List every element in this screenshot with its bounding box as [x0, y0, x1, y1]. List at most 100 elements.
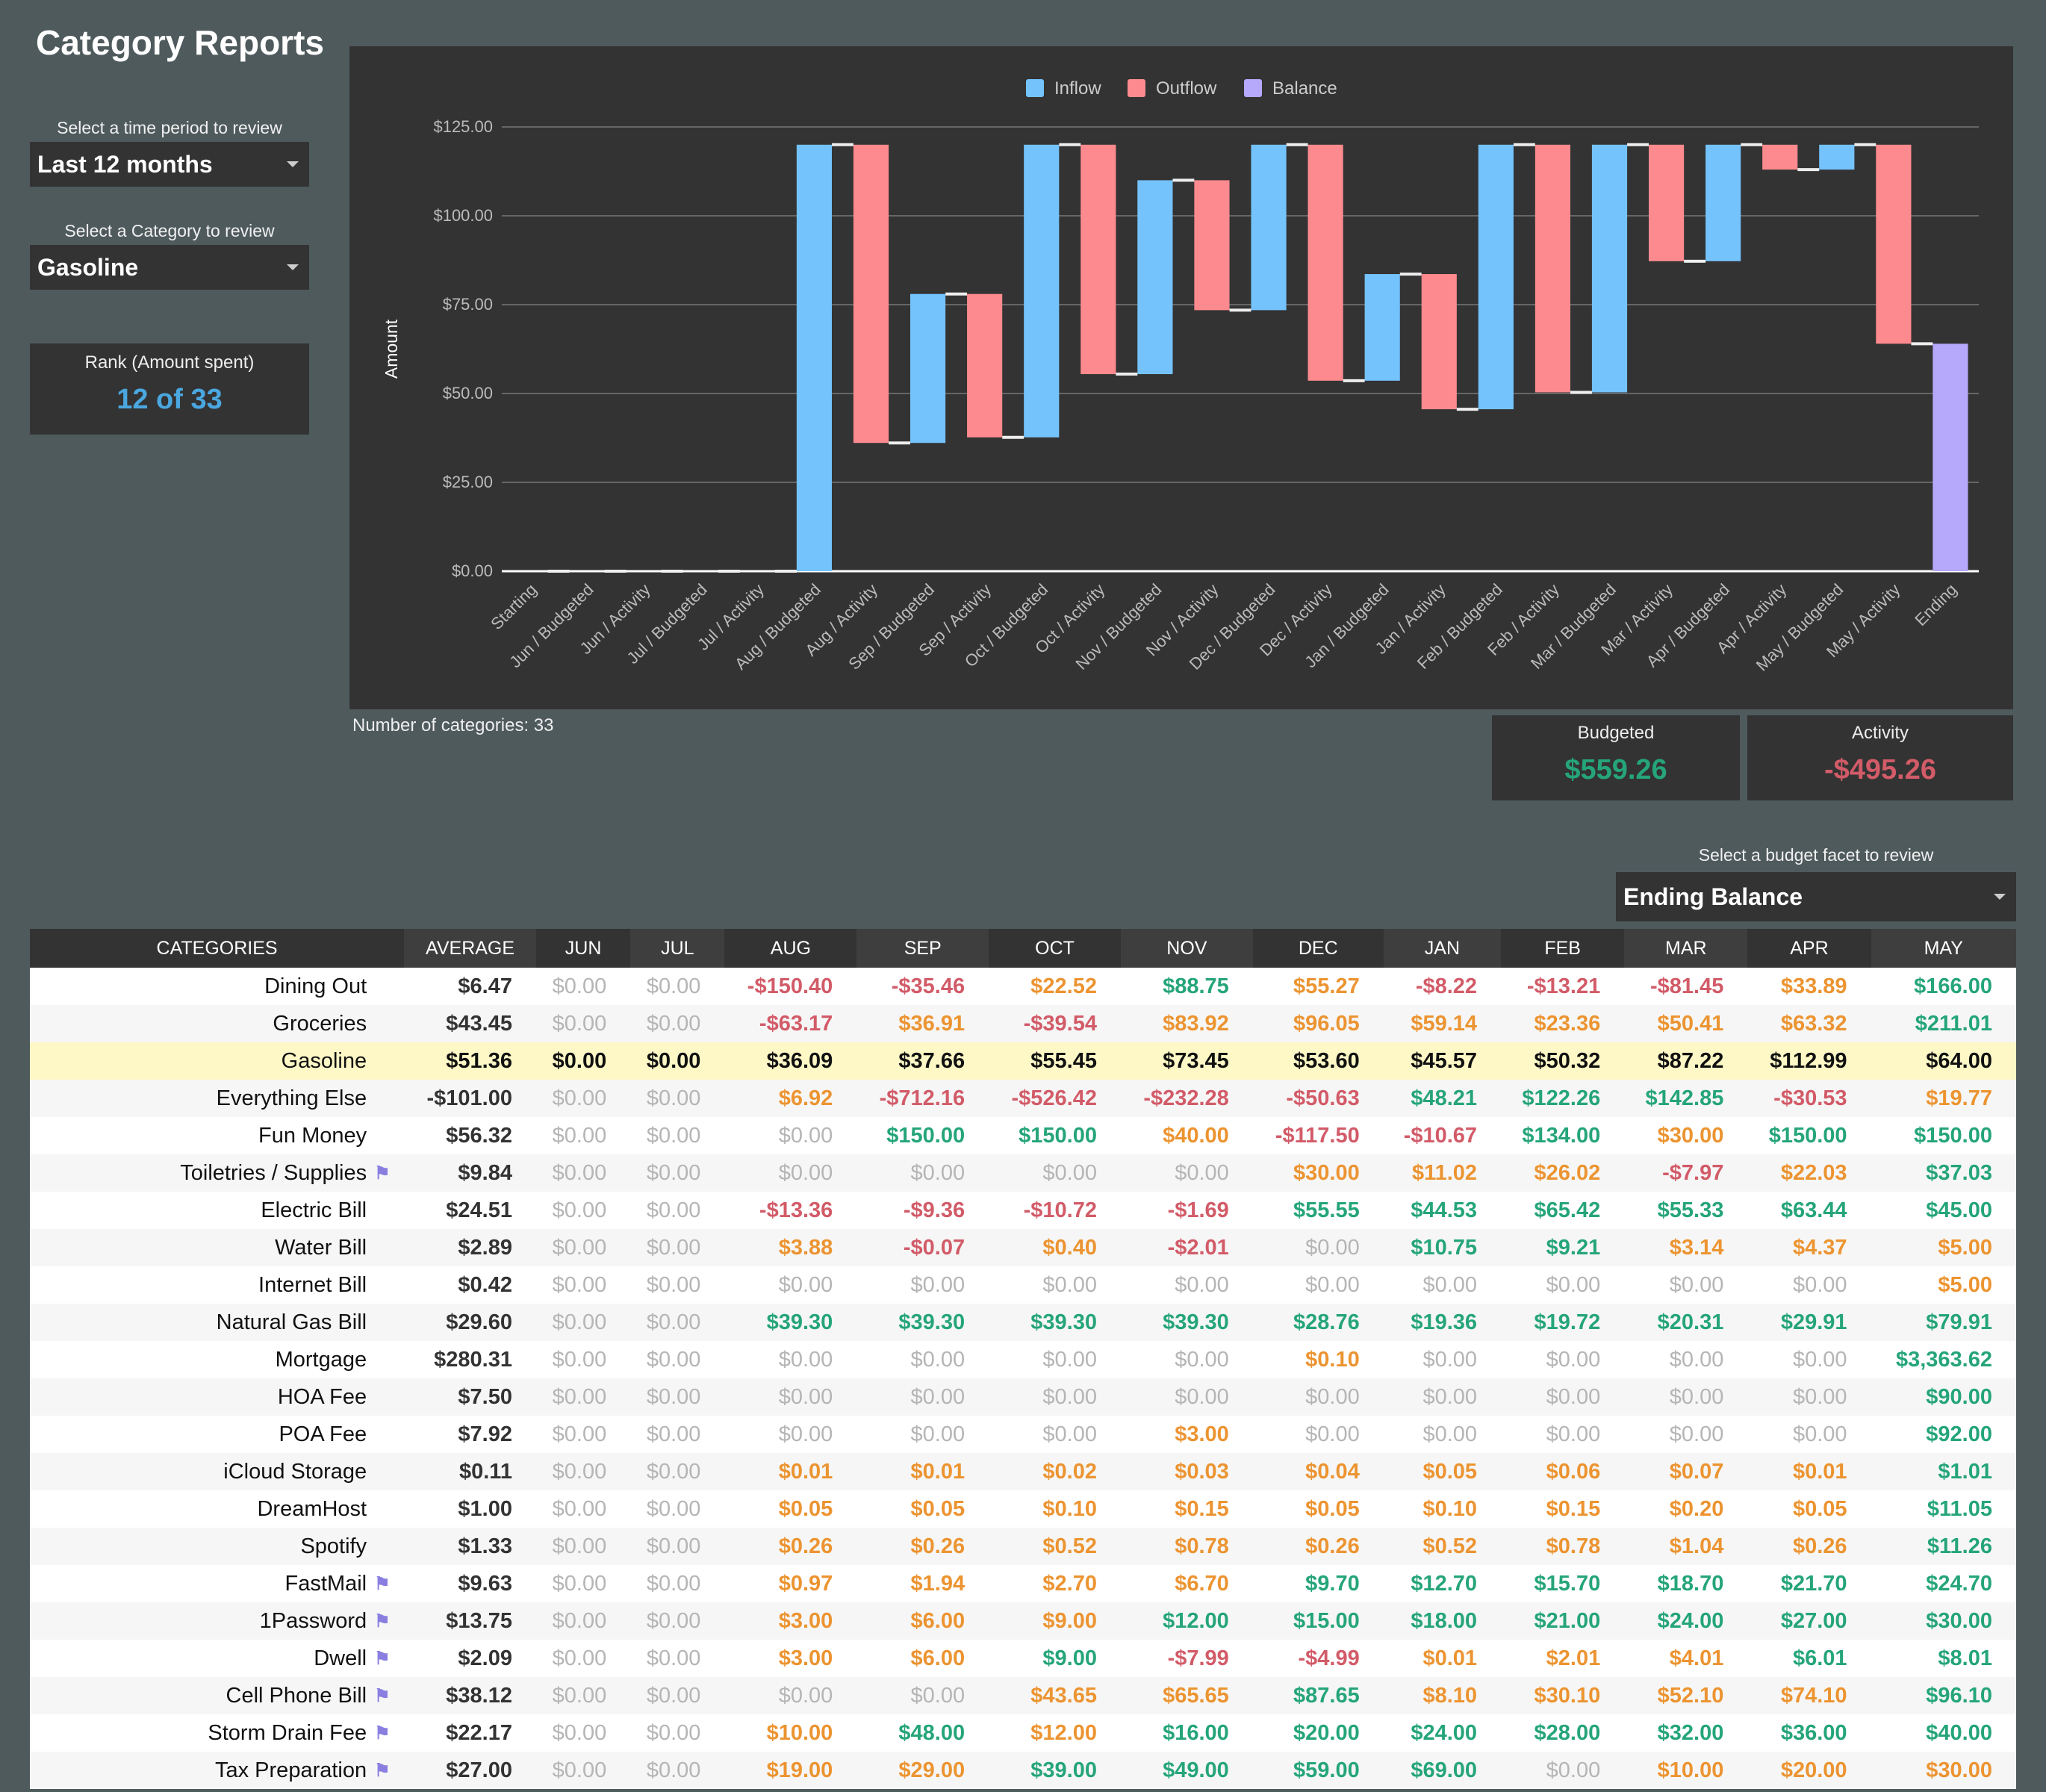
- column-header-jan[interactable]: JAN: [1383, 929, 1502, 968]
- facet-select[interactable]: Ending Balance: [1616, 872, 2016, 921]
- table-row[interactable]: Groceries $43.45 $0.00 $0.00 -$63.17 $36.91 -$…: [30, 1005, 2016, 1042]
- month-value: $0.00: [630, 1117, 725, 1154]
- month-value: $0.05: [1747, 1490, 1871, 1528]
- column-header-nov[interactable]: NOV: [1120, 929, 1253, 968]
- month-value: $12.70: [1383, 1565, 1502, 1602]
- month-value: $0.00: [535, 1640, 631, 1677]
- table-row[interactable]: Spotify $1.33 $0.00 $0.00 $0.26 $0.26 $0.52 $0.…: [30, 1528, 2016, 1565]
- categories-count: Number of categories: 33: [352, 715, 554, 735]
- month-value: $24.00: [1624, 1602, 1748, 1640]
- month-value: $11.02: [1383, 1154, 1502, 1192]
- month-value: $74.10: [1747, 1677, 1871, 1714]
- table-row[interactable]: FastMail ⚑ $9.63 $0.00 $0.00 $0.97 $1.94 $2.70 $…: [30, 1565, 2016, 1602]
- column-header-jun[interactable]: JUN: [535, 929, 631, 968]
- month-value: $0.00: [1501, 1416, 1625, 1453]
- table-row[interactable]: Fun Money $56.32 $0.00 $0.00 $0.00 $150.00 $15…: [30, 1117, 2016, 1154]
- month-value: $0.00: [630, 1154, 725, 1192]
- month-value: $40.00: [1871, 1714, 2016, 1752]
- month-value: -$8.22: [1383, 968, 1502, 1005]
- month-value: -$35.46: [856, 968, 989, 1005]
- month-value: $0.00: [1252, 1266, 1384, 1304]
- table-row[interactable]: HOA Fee $7.50 $0.00 $0.00 $0.00 $0.00 $0.00 $0.…: [30, 1378, 2016, 1416]
- month-value: $90.00: [1871, 1378, 2016, 1416]
- month-value: $10.75: [1383, 1229, 1502, 1266]
- facet-select-label: Select a budget facet to review: [1698, 845, 1934, 865]
- table-row[interactable]: Dining Out $6.47 $0.00 $0.00 -$150.40 -$35.46…: [30, 968, 2016, 1005]
- month-value: $0.20: [1624, 1490, 1748, 1528]
- table-row[interactable]: Cell Phone Bill ⚑ $38.12 $0.00 $0.00 $0.00 $0.…: [30, 1677, 2016, 1714]
- month-value: $166.00: [1871, 968, 2016, 1005]
- month-value: $55.27: [1252, 968, 1384, 1005]
- month-value: -$232.28: [1120, 1080, 1253, 1117]
- column-header-oct[interactable]: OCT: [989, 929, 1121, 968]
- column-header-apr[interactable]: APR: [1747, 929, 1871, 968]
- table-row[interactable]: Electric Bill $24.51 $0.00 $0.00 -$13.36 -$9.…: [30, 1192, 2016, 1229]
- average-value: $2.89: [404, 1229, 536, 1266]
- month-value: $0.00: [535, 1341, 631, 1378]
- column-header-may[interactable]: MAY: [1871, 929, 2016, 968]
- column-header-average[interactable]: AVERAGE: [404, 929, 536, 968]
- month-value: $0.00: [856, 1266, 989, 1304]
- table-row[interactable]: Mortgage $280.31 $0.00 $0.00 $0.00 $0.00 $0.00…: [30, 1341, 2016, 1378]
- y-tick-label: $50.00: [443, 384, 493, 402]
- column-header-dec[interactable]: DEC: [1252, 929, 1384, 968]
- budgeted-label: Budgeted: [1577, 723, 1655, 743]
- average-value: $7.50: [404, 1378, 536, 1416]
- month-value: $29.00: [856, 1752, 989, 1789]
- month-value: $19.72: [1501, 1304, 1625, 1341]
- table-row[interactable]: Dwell ⚑ $2.09 $0.00 $0.00 $3.00 $6.00 $9.00 -$7.…: [30, 1640, 2016, 1677]
- category-select[interactable]: Gasoline: [30, 245, 309, 290]
- flag-icon: ⚑: [374, 1565, 405, 1602]
- table-row[interactable]: Storm Drain Fee ⚑ $22.17 $0.00 $0.00 $10.00 $4…: [30, 1714, 2016, 1752]
- month-value: -$7.97: [1624, 1154, 1748, 1192]
- column-header-sep[interactable]: SEP: [856, 929, 989, 968]
- month-value: $0.05: [1383, 1453, 1502, 1490]
- month-value: $9.00: [989, 1640, 1121, 1677]
- table-row[interactable]: Tax Preparation ⚑ $27.00 $0.00 $0.00 $19.00 $2…: [30, 1752, 2016, 1789]
- month-value: $0.00: [1747, 1266, 1871, 1304]
- month-value: $44.53: [1383, 1192, 1502, 1229]
- column-header-feb[interactable]: FEB: [1501, 929, 1625, 968]
- table-row[interactable]: Natural Gas Bill $29.60 $0.00 $0.00 $39.30 $3…: [30, 1304, 2016, 1341]
- month-value: $30.00: [1871, 1752, 2016, 1789]
- month-value: $0.00: [535, 1192, 631, 1229]
- table-row[interactable]: DreamHost $1.00 $0.00 $0.00 $0.05 $0.05 $0.10 $…: [30, 1490, 2016, 1528]
- category-name: Natural Gas Bill: [30, 1304, 375, 1341]
- column-header-mar[interactable]: MAR: [1624, 929, 1748, 968]
- table-row[interactable]: Toiletries / Supplies ⚑ $9.84 $0.00 $0.00 $0.…: [30, 1154, 2016, 1192]
- table-row[interactable]: Gasoline $51.36 $0.00 $0.00 $36.09 $37.66 $55.…: [30, 1042, 2016, 1080]
- category-name: Internet Bill: [30, 1266, 375, 1304]
- month-value: $0.01: [724, 1453, 857, 1490]
- month-value: $83.92: [1120, 1005, 1253, 1042]
- table-row[interactable]: 1Password ⚑ $13.75 $0.00 $0.00 $3.00 $6.00 $9.0…: [30, 1602, 2016, 1640]
- bar-inflow: [1024, 144, 1060, 438]
- month-value: -$10.67: [1383, 1117, 1502, 1154]
- column-header-categories[interactable]: CATEGORIES: [30, 929, 405, 968]
- month-value: $53.60: [1252, 1042, 1384, 1080]
- month-value: $19.00: [724, 1752, 857, 1789]
- month-value: $0.00: [1252, 1229, 1384, 1266]
- month-value: $6.92: [724, 1080, 857, 1117]
- time-period-select[interactable]: Last 12 months: [30, 142, 309, 187]
- month-value: $6.70: [1120, 1565, 1253, 1602]
- month-value: $63.32: [1747, 1005, 1871, 1042]
- month-value: $0.03: [1120, 1453, 1253, 1490]
- y-tick-label: $125.00: [433, 117, 493, 136]
- month-value: $36.09: [724, 1042, 857, 1080]
- table-row[interactable]: POA Fee $7.92 $0.00 $0.00 $0.00 $0.00 $0.00 $3.…: [30, 1416, 2016, 1453]
- month-value: $0.00: [630, 1677, 725, 1714]
- table-row[interactable]: Water Bill $2.89 $0.00 $0.00 $3.88 -$0.07 $0.4…: [30, 1229, 2016, 1266]
- table-row[interactable]: Internet Bill $0.42 $0.00 $0.00 $0.00 $0.00 $0…: [30, 1266, 2016, 1304]
- month-value: $21.00: [1501, 1602, 1625, 1640]
- month-value: $1.01: [1871, 1453, 2016, 1490]
- month-value: $12.00: [989, 1714, 1121, 1752]
- month-value: $134.00: [1501, 1117, 1625, 1154]
- table-row[interactable]: iCloud Storage $0.11 $0.00 $0.00 $0.01 $0.01 $…: [30, 1453, 2016, 1490]
- month-value: -$63.17: [724, 1005, 857, 1042]
- column-header-aug[interactable]: AUG: [724, 929, 857, 968]
- table-row[interactable]: Everything Else -$101.00 $0.00 $0.00 $6.92 -$…: [30, 1080, 2016, 1117]
- x-tick-label: Starting: [487, 580, 540, 633]
- column-header-jul[interactable]: JUL: [630, 929, 725, 968]
- month-value: $69.00: [1383, 1752, 1502, 1789]
- month-value: $0.00: [1624, 1341, 1748, 1378]
